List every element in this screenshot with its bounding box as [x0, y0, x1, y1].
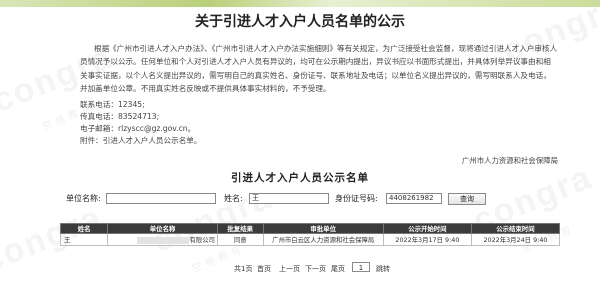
search-button[interactable]: 查询: [448, 193, 486, 205]
watermark-logo: congra: [147, 177, 278, 261]
contact-phone: 联系电话：12345;: [80, 99, 145, 111]
pager-prev[interactable]: 上一页: [279, 264, 300, 274]
contact-fax: 传真电话：83524713;: [80, 111, 159, 123]
cell-name: 王: [59, 233, 109, 246]
unit-name-label: 单位名称:: [66, 194, 101, 203]
cell-unit: 有限公司: [107, 233, 218, 246]
column-header: 姓名: [59, 223, 109, 234]
email-link[interactable]: rlzyscc@gz.gov.cn。: [118, 124, 195, 133]
column-header: 单位名称: [107, 223, 218, 234]
contact-label: 电子邮箱：: [80, 124, 118, 133]
contact-label: 联系电话：: [80, 100, 118, 109]
id-number-input[interactable]: [386, 193, 442, 204]
cell-start-time: 2022年3月17日 9:40: [382, 233, 472, 246]
pager-total: 共1页: [234, 265, 253, 273]
pager-first[interactable]: 首页: [257, 264, 271, 274]
id-number-label: 身份证号码:: [335, 194, 378, 203]
redacted-block: [137, 236, 190, 244]
pager-next[interactable]: 下一页: [305, 264, 326, 274]
contact-label: 传真电话：: [80, 112, 118, 121]
contact-value: 83524713;: [117, 112, 160, 121]
attachment-link[interactable]: 引进人才入户人员公示名单。: [103, 136, 202, 145]
issuing-department: 广州市人力资源和社会保障局: [461, 156, 558, 165]
name-input[interactable]: [249, 193, 329, 204]
cell-result: 同意: [216, 233, 264, 246]
table-header-row: 姓名 单位名称 批复结果 审批单位 公示开始时间 公示结束时间: [59, 223, 561, 234]
results-table: 姓名 单位名称 批复结果 审批单位 公示开始时间 公示结束时间 王 有限公司 同…: [59, 223, 561, 246]
page-title: 关于引进人才入户人员名单的公示: [195, 14, 405, 30]
contact-value: 12345;: [117, 100, 145, 109]
column-header: 批复结果: [216, 223, 264, 234]
contact-attachment: 附件：引进人才入户人员公示名单。: [80, 135, 202, 147]
name-label: 姓名:: [224, 194, 243, 203]
cell-approver: 广州市白云区人力资源和社会保障局: [262, 233, 384, 246]
column-header: 审批单位: [262, 223, 384, 234]
list-title: 引进人才入户人员公示名单: [231, 172, 369, 184]
pager-go-button[interactable]: 跳转: [376, 264, 390, 274]
contact-label: 附件：: [80, 136, 103, 145]
page-number-input[interactable]: 1: [352, 262, 370, 272]
pager-last[interactable]: 尾页: [331, 264, 345, 274]
cell-end-time: 2022年3月24日 9:40: [470, 233, 561, 246]
table-row[interactable]: 王 有限公司 同意 广州市白云区人力资源和社会保障局 2022年3月17日 9:…: [59, 233, 561, 246]
column-header: 公示结束时间: [470, 223, 561, 234]
column-header: 公示开始时间: [382, 223, 472, 234]
contact-email: 电子邮箱：rlzyscc@gz.gov.cn。: [80, 123, 195, 135]
cell-unit-text: 有限公司: [189, 236, 215, 244]
top-banner: [0, 0, 600, 7]
unit-name-input[interactable]: [106, 193, 216, 204]
notice-paragraph: 根据《广州市引进人才入户办法》、《广州市引进人才入户办法实施细则》等有关规定，为…: [80, 44, 558, 94]
